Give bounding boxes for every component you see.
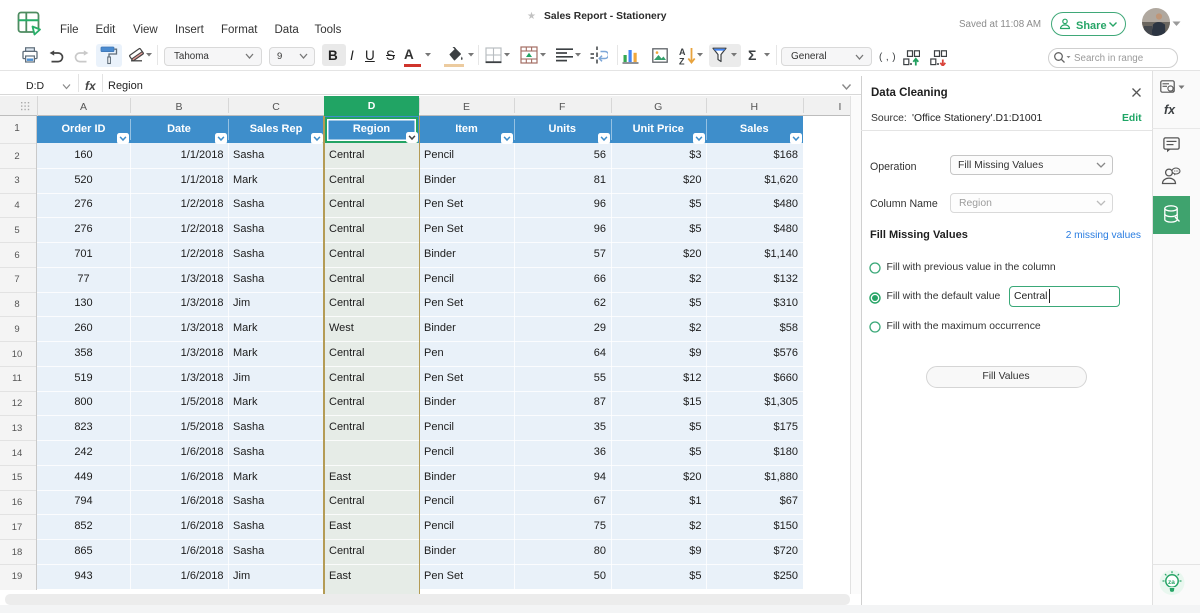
svg-text:Z: Z <box>679 57 685 66</box>
svg-text:A: A <box>679 47 686 57</box>
svg-text:za: za <box>1168 579 1175 586</box>
